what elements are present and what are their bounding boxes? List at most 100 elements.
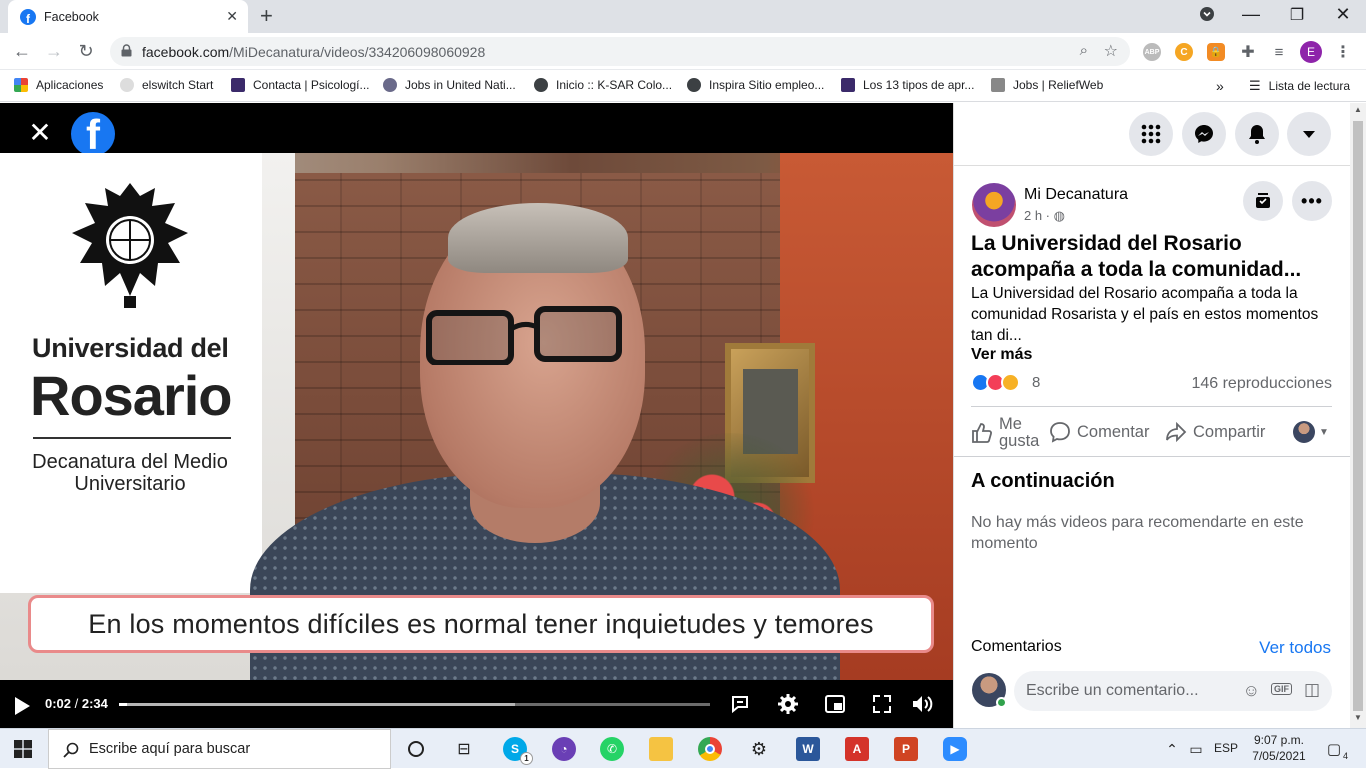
- tab-close-icon[interactable]: ✕: [226, 8, 238, 25]
- forward-button[interactable]: →: [43, 41, 65, 61]
- comment-input[interactable]: Escribe un comentario... ☺ GIF ◫: [1014, 671, 1332, 711]
- adblock-extension-icon[interactable]: ABP: [1143, 43, 1161, 61]
- post-description: La Universidad del Rosario acompaña a to…: [971, 285, 1319, 344]
- post-options-icon[interactable]: •••: [1292, 181, 1332, 221]
- play-button[interactable]: [15, 697, 30, 715]
- close-window-button[interactable]: ✕: [1328, 4, 1358, 25]
- post-timestamp[interactable]: 2 h · ◍: [1024, 208, 1065, 224]
- bookmark-reliefweb[interactable]: Jobs | ReliefWeb: [991, 78, 1103, 92]
- comment-bubble-icon: [1050, 422, 1070, 443]
- close-video-button[interactable]: ✕: [25, 119, 55, 149]
- like-button[interactable]: Me gusta: [971, 416, 1039, 450]
- lock-icon[interactable]: [121, 44, 132, 57]
- see-more-link[interactable]: Ver más: [971, 346, 1032, 364]
- actions-divider-bottom: [954, 456, 1351, 457]
- battery-icon[interactable]: ▭: [1184, 737, 1208, 761]
- minimize-button[interactable]: —: [1236, 4, 1266, 25]
- settings-icon[interactable]: ⚙: [747, 737, 771, 761]
- miniplayer-icon[interactable]: [823, 693, 847, 715]
- notifications-icon[interactable]: ▢ 4: [1322, 737, 1348, 761]
- search-placeholder: Escribe aquí para buscar: [89, 741, 251, 757]
- more-bookmarks-button[interactable]: »: [1216, 78, 1224, 94]
- chrome-icon[interactable]: [698, 737, 722, 761]
- messenger-icon[interactable]: [1182, 112, 1226, 156]
- reading-list-icon: ☰: [1249, 78, 1261, 93]
- tray-chevron-icon[interactable]: ⌃: [1160, 737, 1184, 761]
- bookmark-inspira[interactable]: Inspira Sitio empleo...: [687, 78, 824, 92]
- bookmark-ksar[interactable]: Inicio :: K-SAR Colo...: [534, 78, 672, 92]
- university-crest-icon: [72, 183, 188, 308]
- sticker-icon[interactable]: ◫: [1304, 680, 1320, 700]
- zoom-icon[interactable]: ⌕: [1080, 42, 1088, 59]
- whatsapp-icon[interactable]: ✆: [600, 737, 624, 761]
- input-language[interactable]: ESP: [1214, 741, 1238, 755]
- video-player[interactable]: ✕ f Universidad del Rosario Decanatura d…: [0, 103, 953, 728]
- reload-button[interactable]: ↻: [75, 41, 97, 61]
- coupon-extension-icon[interactable]: C: [1175, 43, 1193, 61]
- reactions-summary[interactable]: 8: [971, 373, 1040, 392]
- lock-extension-icon[interactable]: 🔒: [1207, 43, 1225, 61]
- reading-list-button[interactable]: ☰ Lista de lectura: [1249, 78, 1350, 94]
- user-mini-avatar: [1293, 421, 1315, 443]
- page-name-link[interactable]: Mi Decanatura: [1024, 186, 1128, 204]
- cortana-icon[interactable]: [404, 737, 428, 761]
- back-button[interactable]: ←: [11, 41, 33, 61]
- acrobat-icon[interactable]: A: [845, 737, 869, 761]
- facebook-logo-icon[interactable]: f: [71, 112, 115, 156]
- captions-icon[interactable]: [728, 693, 752, 715]
- scroll-down-icon[interactable]: ▼: [1354, 713, 1362, 722]
- progress-bar[interactable]: [119, 703, 710, 706]
- bookmark-13-tipos[interactable]: Los 13 tipos de apr...: [841, 78, 974, 92]
- reliefweb-favicon-icon: [991, 78, 1005, 92]
- profile-avatar[interactable]: E: [1300, 41, 1322, 63]
- save-post-icon[interactable]: [1243, 181, 1283, 221]
- react-as-selector[interactable]: ▼: [1293, 421, 1329, 443]
- emoji-icon[interactable]: ☺: [1243, 681, 1260, 701]
- scrollbar-thumb[interactable]: [1353, 121, 1363, 711]
- clock-date: 7/05/2021: [1252, 749, 1306, 763]
- page-scrollbar[interactable]: ▲ ▼: [1350, 103, 1366, 728]
- new-tab-button[interactable]: +: [260, 4, 273, 28]
- page-avatar[interactable]: [972, 183, 1016, 227]
- skype-icon[interactable]: S1: [503, 737, 533, 765]
- settings-gear-icon[interactable]: [776, 693, 800, 715]
- volume-icon[interactable]: [911, 693, 935, 715]
- windows-start-icon[interactable]: [14, 740, 32, 758]
- tab-search-icon[interactable]: [1192, 6, 1222, 27]
- extensions-puzzle-icon[interactable]: ✚: [1239, 43, 1257, 61]
- bookmark-apps[interactable]: Aplicaciones: [14, 78, 103, 92]
- address-bar[interactable]: facebook.com/MiDecanatura/videos/3342060…: [110, 37, 1130, 66]
- post-title: La Universidad del Rosario acompaña a to…: [971, 232, 1302, 281]
- comment-button[interactable]: Comentar: [1049, 421, 1149, 443]
- notifications-bell-icon[interactable]: [1235, 112, 1279, 156]
- up-next-empty-text: No hay más videos para recomendarte en e…: [971, 514, 1304, 552]
- gif-icon[interactable]: GIF: [1271, 683, 1292, 695]
- current-user-avatar[interactable]: [972, 673, 1007, 708]
- media-control-icon[interactable]: ≡: [1270, 43, 1288, 61]
- bookmark-star-icon[interactable]: ☆: [1104, 41, 1118, 61]
- tab-facebook[interactable]: f Facebook ✕: [8, 0, 248, 33]
- scroll-up-icon[interactable]: ▲: [1354, 105, 1362, 114]
- bookmark-contacta[interactable]: Contacta | Psicologí...: [231, 78, 370, 92]
- powerpoint-icon[interactable]: P: [894, 737, 918, 761]
- word-icon[interactable]: W: [796, 737, 820, 761]
- view-count: 146 reproducciones: [1191, 375, 1332, 392]
- zoom-app-icon[interactable]: ▶: [943, 737, 967, 761]
- restore-button[interactable]: ❐: [1282, 5, 1312, 25]
- task-view-icon[interactable]: ⊟: [452, 737, 476, 761]
- share-button[interactable]: Compartir: [1165, 421, 1265, 443]
- menu-grid-icon[interactable]: [1129, 112, 1173, 156]
- browser-extension-app-icon[interactable]: ◔: [552, 737, 576, 761]
- system-clock[interactable]: 9:07 p.m. 7/05/2021: [1250, 732, 1308, 764]
- account-dropdown-icon[interactable]: [1287, 112, 1331, 156]
- bookmark-jobs-un[interactable]: Jobs in United Nati...: [383, 78, 516, 92]
- see-all-comments-link[interactable]: Ver todos: [1259, 638, 1331, 658]
- fullscreen-icon[interactable]: [870, 693, 894, 715]
- comment-placeholder: Escribe un comentario...: [1026, 682, 1199, 699]
- bookmark-elswitch[interactable]: elswitch Start: [120, 78, 213, 92]
- online-status-dot: [996, 697, 1007, 708]
- bookmark-label: Aplicaciones: [36, 78, 104, 92]
- chrome-menu-icon[interactable]: ⋮: [1334, 43, 1352, 61]
- taskbar-search[interactable]: Escribe aquí para buscar: [48, 729, 391, 769]
- file-explorer-icon[interactable]: [649, 737, 673, 761]
